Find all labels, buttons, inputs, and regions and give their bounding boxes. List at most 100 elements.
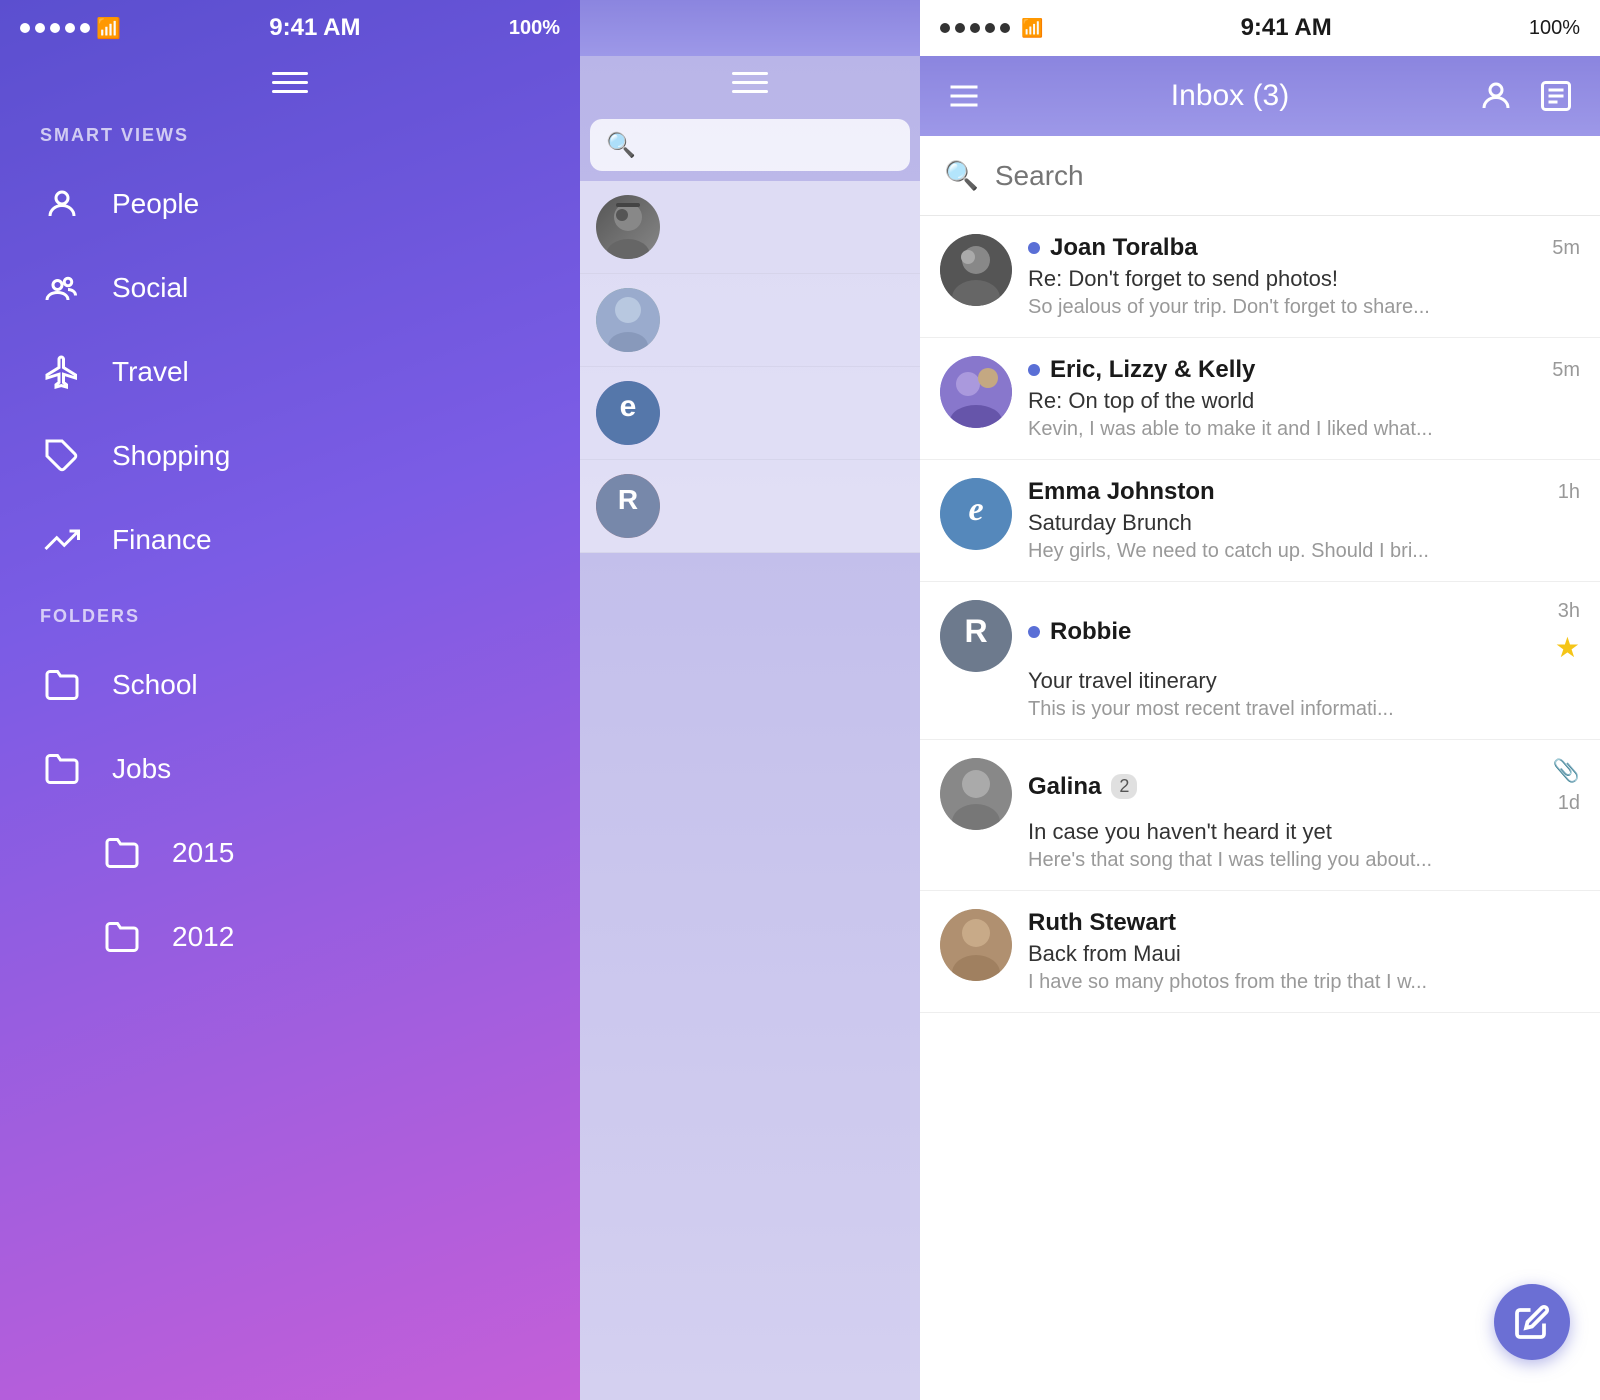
- plane-icon: [40, 350, 84, 394]
- social-label: Social: [112, 272, 188, 304]
- subject-joan: Re: Don't forget to send photos!: [1028, 266, 1580, 292]
- travel-label: Travel: [112, 356, 189, 388]
- compose-list-icon[interactable]: [1536, 76, 1576, 116]
- sidebar-item-travel[interactable]: Travel: [0, 330, 580, 414]
- avatar-joan: [940, 234, 1012, 306]
- badge-galina: 2: [1111, 774, 1137, 799]
- sidebar-item-social[interactable]: Social: [0, 246, 580, 330]
- search-input[interactable]: [995, 160, 1576, 192]
- hamburger-icon-middle[interactable]: [732, 72, 768, 93]
- dot-r3: [970, 23, 980, 33]
- profile-icon[interactable]: [1476, 76, 1516, 116]
- email-content-robbie: Robbie 3h ★ Your travel itinerary This i…: [1028, 600, 1580, 721]
- folder-jobs-icon: [40, 747, 84, 791]
- sidebar-item-jobs[interactable]: Jobs: [0, 727, 580, 811]
- folder-2012-icon: [100, 915, 144, 959]
- wifi-icon: 📶: [96, 16, 121, 41]
- middle-email-2[interactable]: [580, 274, 920, 367]
- hamburger-middle[interactable]: [580, 56, 920, 109]
- battery-right: 100%: [1529, 17, 1580, 40]
- time-joan: 5m: [1552, 237, 1580, 260]
- avatar-eric: [940, 356, 1012, 428]
- middle-email-1[interactable]: [580, 181, 920, 274]
- wifi-icon-right: 📶: [1021, 18, 1043, 39]
- battery-left: 100%: [509, 17, 560, 40]
- folder-2015-icon: [100, 831, 144, 875]
- svg-text:e: e: [968, 491, 983, 528]
- email-item-galina[interactable]: Galina 2 📎 1d In case you haven't heard …: [920, 740, 1600, 891]
- status-bar-left: 📶 9:41 AM 100%: [0, 0, 580, 56]
- email-item-robbie[interactable]: R Robbie 3h ★ Your travel itinerary This…: [920, 582, 1600, 740]
- middle-avatar-3: e: [596, 381, 660, 445]
- svg-text:e: e: [620, 390, 637, 423]
- preview-emma: Hey girls, We need to catch up. Should I…: [1028, 540, 1580, 563]
- sidebar-item-finance[interactable]: Finance: [0, 498, 580, 582]
- avatar-galina: [940, 758, 1012, 830]
- subject-galina: In case you haven't heard it yet: [1028, 819, 1580, 845]
- middle-email-4[interactable]: R: [580, 460, 920, 553]
- sender-galina: Galina: [1028, 773, 1101, 801]
- compose-fab[interactable]: [1494, 1284, 1570, 1360]
- avatar-emma: e: [940, 478, 1012, 550]
- dot2: [35, 23, 45, 33]
- unread-dot-robbie: [1028, 626, 1040, 638]
- dot-r2: [955, 23, 965, 33]
- dot-r4: [985, 23, 995, 33]
- folders-label: FOLDERS: [0, 598, 580, 643]
- inbox-title: Inbox (3): [1171, 79, 1289, 113]
- sidebar-item-2012[interactable]: 2012: [0, 895, 580, 979]
- middle-email-3[interactable]: e: [580, 367, 920, 460]
- status-bar-right: 📶 9:41 AM 100%: [920, 0, 1600, 56]
- extras-robbie: 3h ★: [1550, 600, 1580, 664]
- sender-emma: Emma Johnston: [1028, 478, 1215, 506]
- preview-ruth: I have so many photos from the trip that…: [1028, 971, 1580, 994]
- sidebar-item-shopping[interactable]: Shopping: [0, 414, 580, 498]
- email-content-eric: Eric, Lizzy & Kelly 5m Re: On top of the…: [1028, 356, 1580, 441]
- folder-2015-label: 2015: [172, 837, 234, 869]
- dot3: [50, 23, 60, 33]
- email-content-ruth: Ruth Stewart Back from Maui I have so ma…: [1028, 909, 1580, 994]
- email-header-joan: Joan Toralba 5m: [1028, 234, 1580, 262]
- dot5: [80, 23, 90, 33]
- svg-text:R: R: [618, 484, 638, 515]
- finance-label: Finance: [112, 524, 212, 556]
- pencil-icon: [1514, 1304, 1550, 1340]
- email-item-emma[interactable]: e Emma Johnston 1h Saturday Brunch Hey g…: [920, 460, 1600, 582]
- email-header-ruth: Ruth Stewart: [1028, 909, 1580, 937]
- folder-school-icon: [40, 663, 84, 707]
- person-icon: [40, 182, 84, 226]
- dot-r1: [940, 23, 950, 33]
- hamburger-icon[interactable]: [272, 72, 308, 93]
- people-label: People: [112, 188, 199, 220]
- search-bar[interactable]: 🔍: [920, 136, 1600, 216]
- sidebar-item-people[interactable]: People: [0, 162, 580, 246]
- jobs-label: Jobs: [112, 753, 171, 785]
- hamburger-menu-left[interactable]: [0, 56, 580, 117]
- folder-2012-label: 2012: [172, 921, 234, 953]
- status-bar-middle: [580, 0, 920, 56]
- subject-robbie: Your travel itinerary: [1028, 668, 1580, 694]
- middle-avatar-4: R: [596, 474, 660, 538]
- sidebar-item-school[interactable]: School: [0, 643, 580, 727]
- inbox-header: Inbox (3): [920, 56, 1600, 136]
- email-item-joan[interactable]: Joan Toralba 5m Re: Don't forget to send…: [920, 216, 1600, 338]
- time-eric: 5m: [1552, 359, 1580, 382]
- email-header-emma: Emma Johnston 1h: [1028, 478, 1580, 506]
- subject-ruth: Back from Maui: [1028, 941, 1580, 967]
- sender-ruth: Ruth Stewart: [1028, 909, 1176, 937]
- dot4: [65, 23, 75, 33]
- sender-wrap-eric: Eric, Lizzy & Kelly: [1028, 356, 1255, 384]
- search-bar-middle[interactable]: 🔍: [590, 119, 910, 171]
- email-item-ruth[interactable]: Ruth Stewart Back from Maui I have so ma…: [920, 891, 1600, 1013]
- time-left: 9:41 AM: [269, 14, 360, 42]
- star-robbie: ★: [1555, 631, 1580, 664]
- preview-eric: Kevin, I was able to make it and I liked…: [1028, 418, 1580, 441]
- signal-dots: [20, 23, 90, 33]
- subject-emma: Saturday Brunch: [1028, 510, 1580, 536]
- email-item-eric[interactable]: Eric, Lizzy & Kelly 5m Re: On top of the…: [920, 338, 1600, 460]
- chart-icon: [40, 518, 84, 562]
- hamburger-right[interactable]: [944, 76, 984, 116]
- sidebar: 📶 9:41 AM 100% SMART VIEWS People Social…: [0, 0, 580, 1400]
- header-action-icons: [1476, 76, 1576, 116]
- sidebar-item-2015[interactable]: 2015: [0, 811, 580, 895]
